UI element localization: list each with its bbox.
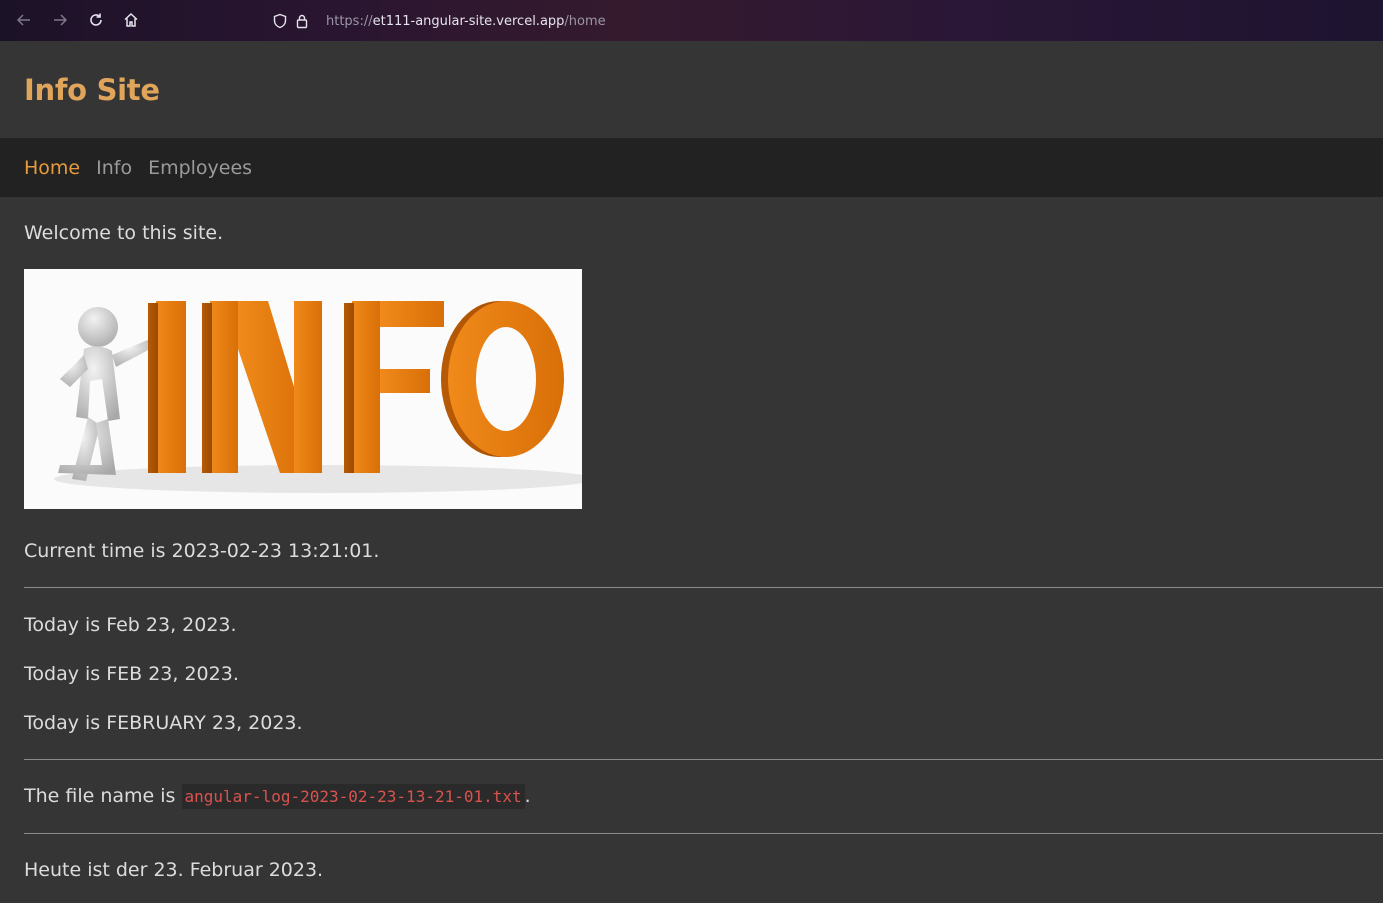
file-name-prefix: The file name is xyxy=(24,785,182,807)
file-name-code: angular-log-2023-02-23-13-21-01.txt xyxy=(181,784,525,809)
lock-icon[interactable] xyxy=(294,13,310,29)
date-long-text: Today is FEBRUARY 23, 2023. xyxy=(24,712,303,734)
german-date-text: Heute ist der 23. Februar 2023. xyxy=(24,859,324,881)
date-upper-text: Today is FEB 23, 2023. xyxy=(24,663,239,685)
date-short-text: Today is Feb 23, 2023. xyxy=(24,614,237,636)
back-icon[interactable] xyxy=(14,10,34,30)
site-header: Info Site xyxy=(0,41,1383,138)
current-time-text: Current time is 2023-02-23 13:21:01. xyxy=(24,540,380,562)
reload-icon[interactable] xyxy=(86,10,106,30)
figure-icon xyxy=(58,307,154,481)
url-text[interactable]: https://et111-angular-site.vercel.app/ho… xyxy=(326,14,606,29)
divider xyxy=(24,833,1383,834)
forward-icon[interactable] xyxy=(50,10,70,30)
divider xyxy=(24,587,1383,588)
file-name-suffix: . xyxy=(524,785,531,807)
nav-link-home[interactable]: Home xyxy=(24,157,80,179)
shield-icon[interactable] xyxy=(272,13,288,29)
welcome-text: Welcome to this site. xyxy=(24,222,224,244)
nav-link-info[interactable]: Info xyxy=(96,157,132,179)
url-host: et111-angular-site.vercel.app xyxy=(372,13,565,29)
site-title: Info Site xyxy=(24,73,160,107)
nav-link-employees[interactable]: Employees xyxy=(148,157,252,179)
url-scheme: https:// xyxy=(326,13,373,29)
divider xyxy=(24,759,1383,760)
main-nav: Home Info Employees xyxy=(0,138,1383,197)
browser-toolbar: https://et111-angular-site.vercel.app/ho… xyxy=(0,0,1383,41)
url-path: /home xyxy=(564,13,606,29)
address-bar[interactable]: https://et111-angular-site.vercel.app/ho… xyxy=(272,8,606,34)
main-content: Welcome to this site. Current time is 20… xyxy=(0,221,1383,882)
info-image xyxy=(24,269,582,509)
home-icon[interactable] xyxy=(121,10,141,30)
file-name-line: The file name is angular-log-2023-02-23-… xyxy=(24,784,1383,809)
